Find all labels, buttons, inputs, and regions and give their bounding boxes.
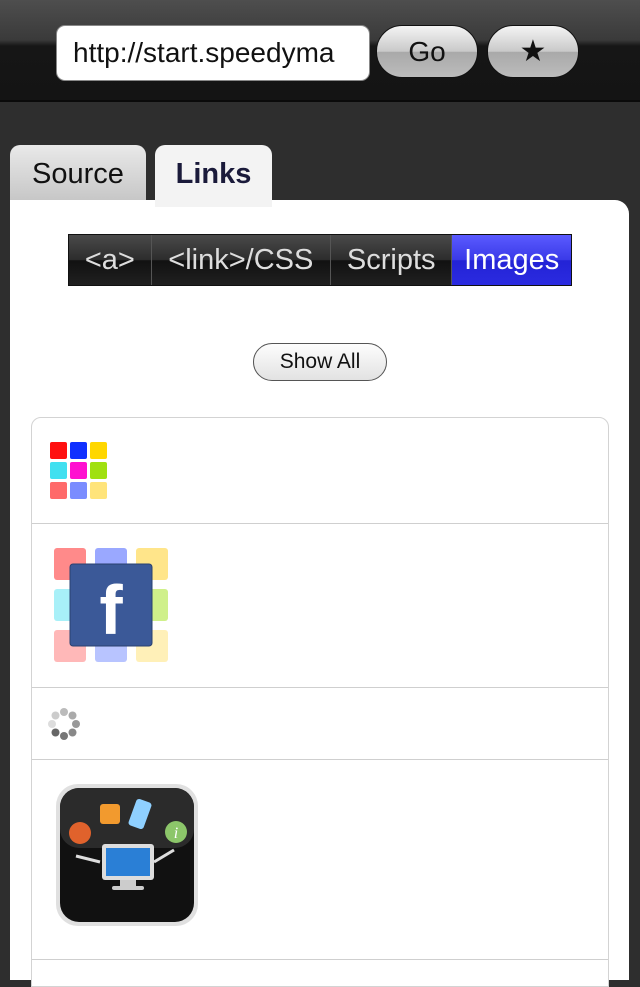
segment-images[interactable]: Images [452,235,571,285]
star-icon: ★ [519,35,547,68]
bookmark-button[interactable]: ★ [487,25,579,78]
list-item[interactable] [32,688,608,760]
list-item[interactable] [32,418,608,524]
image-list: f i [31,417,609,987]
tab-source[interactable]: Source [10,145,146,205]
go-button[interactable]: Go [376,25,478,78]
segment-link-css[interactable]: <link>/CSS [151,235,331,285]
color-grid-icon [50,442,107,499]
browser-toolbar: http://start.speedyma Go ★ [0,0,640,102]
svg-text:i: i [174,825,178,842]
list-item[interactable]: i [32,760,608,960]
loading-spinner-icon [48,708,80,740]
show-all-button[interactable]: Show All [253,343,387,381]
url-field[interactable]: http://start.speedyma [56,25,370,81]
tab-links[interactable]: Links [155,145,272,207]
segment-scripts[interactable]: Scripts [330,235,453,285]
app-icon: i [56,784,198,926]
svg-text:f: f [99,571,123,649]
facebook-icon: f [54,548,168,662]
segment-a[interactable]: <a> [69,235,152,285]
links-panel: <a> <link>/CSS Scripts Images Show All f… [10,200,629,987]
link-type-segmented-control: <a> <link>/CSS Scripts Images [68,234,572,286]
list-item[interactable]: f [32,524,608,688]
